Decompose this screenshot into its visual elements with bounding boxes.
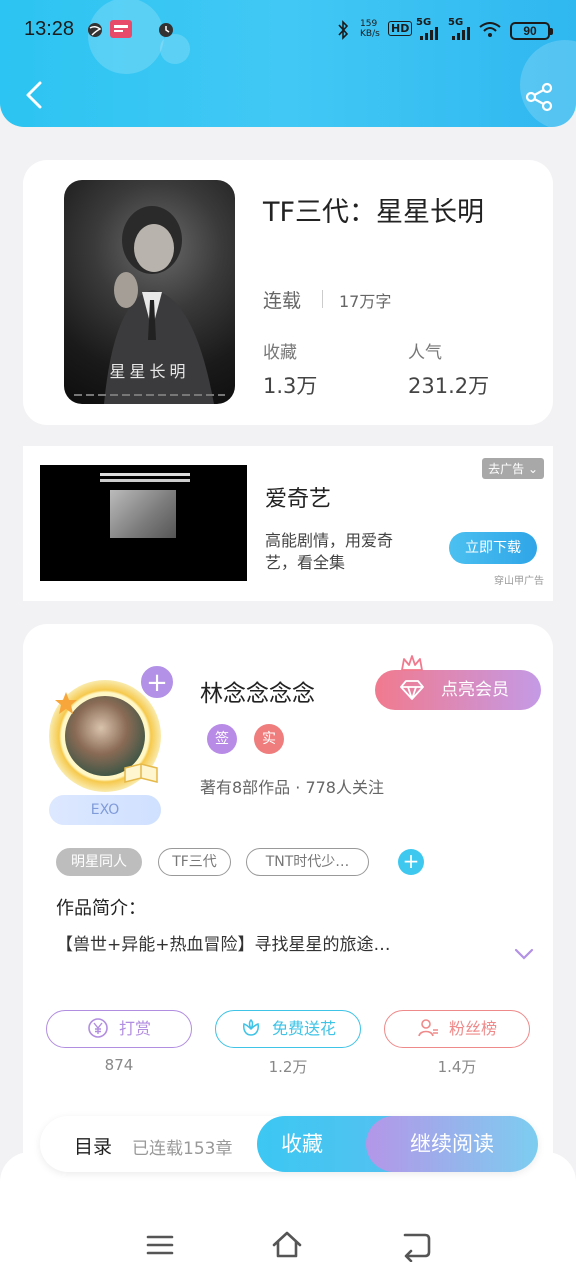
author-card: + EXO 林念念念念 点亮会员 签 实 著有8部作品 · 778人关注 明星同… <box>23 624 553 1184</box>
expand-chevron-icon[interactable] <box>513 946 535 962</box>
cover-title: 星星长明 <box>109 362 190 381</box>
globe-icon <box>88 23 102 37</box>
tip-count: 874 <box>104 1056 134 1074</box>
clock-icon <box>159 23 173 37</box>
top-header: 13:28 159 KB/s HD 5G 5G 90 <box>0 0 576 127</box>
favorites-value: 1.3万 <box>263 374 318 398</box>
book-info-card: 星星长明 TF三代：星星长明 连载 17万字 收藏 1.3万 人气 231.2万 <box>23 160 553 425</box>
vip-label: 点亮会员 <box>441 680 509 700</box>
divider <box>322 290 323 308</box>
chevron-down-icon: ⌄ <box>527 462 538 476</box>
ad-video-scene <box>110 490 176 538</box>
intro-title: 作品简介： <box>56 898 146 919</box>
bluetooth-icon <box>338 20 349 40</box>
send-flower-label: 免费送花 <box>271 1019 336 1038</box>
app-notification-icon <box>110 20 132 38</box>
send-flower-button[interactable]: 免费送花 <box>215 1010 361 1048</box>
popularity-value: 231.2万 <box>408 374 490 398</box>
back-nav-button[interactable] <box>399 1228 433 1262</box>
book-status: 连载 <box>263 290 302 312</box>
follow-author-button[interactable]: + <box>139 664 175 700</box>
ad-banner[interactable]: 爱奇艺 高能剧情，用爱奇艺，看全集 去广告 ⌄ 立即下载 穿山甲广告 <box>23 446 553 601</box>
cover-fineprint <box>74 394 225 396</box>
crown-icon <box>401 655 423 671</box>
chapter-count: 已连载153章 <box>132 1139 233 1159</box>
vip-button[interactable]: 点亮会员 <box>375 655 541 710</box>
status-time: 13:28 <box>24 18 75 40</box>
signal-bars-icon <box>452 27 470 40</box>
flower-icon <box>243 1018 259 1036</box>
wifi-icon <box>479 22 501 37</box>
tag-chip[interactable]: TF三代 <box>158 848 231 876</box>
verified-badge: 实 <box>254 724 284 754</box>
book-word-count: 17万字 <box>339 292 392 311</box>
menu-nav-button[interactable] <box>143 1228 177 1262</box>
status-bar: 13:28 159 KB/s HD 5G 5G 90 <box>0 0 576 62</box>
back-button[interactable] <box>18 78 52 112</box>
ad-brand: 爱奇艺 <box>265 487 332 512</box>
tip-label: 打赏 <box>118 1019 151 1038</box>
fan-ranking-count: 1.4万 <box>437 1058 477 1076</box>
tag-chip[interactable]: 明星同人 <box>56 848 142 876</box>
add-tag-button[interactable]: + <box>398 849 424 875</box>
signal-bars-icon <box>420 27 438 40</box>
continue-reading-button[interactable]: 继续阅读 <box>366 1116 538 1172</box>
star-decoration-icon <box>55 692 77 714</box>
home-nav-button[interactable] <box>270 1228 304 1262</box>
ad-description: 高能剧情，用爱奇艺，看全集 <box>265 531 394 572</box>
author-name[interactable]: 林念念念念 <box>200 674 315 708</box>
intro-text: 【兽世+异能+热血冒险】寻找星星的旅途… <box>56 935 391 955</box>
flower-count: 1.2万 <box>268 1058 308 1076</box>
yen-coin-icon <box>88 1018 108 1038</box>
table-of-contents-button[interactable]: 目录 <box>74 1132 112 1159</box>
user-rank-icon <box>418 1019 438 1037</box>
book-decoration-icon <box>124 763 158 783</box>
ad-video-caption <box>100 473 190 476</box>
hd-badge: HD <box>388 21 413 36</box>
signed-badge: 签 <box>207 724 237 754</box>
tip-button[interactable]: 打赏 <box>46 1010 192 1048</box>
battery-indicator: 90 <box>510 22 553 40</box>
bottom-action-bar: 目录 已连载153章 收藏 继续阅读 <box>40 1116 538 1172</box>
author-avatar[interactable]: + EXO <box>35 660 185 830</box>
ad-source: 穿山甲广告 <box>494 576 544 587</box>
favorites-label: 收藏 <box>263 343 297 363</box>
remove-ad-button[interactable]: 去广告 ⌄ <box>482 458 544 479</box>
network-speed: 159 KB/s <box>360 19 380 39</box>
ad-video-thumbnail[interactable] <box>40 465 247 581</box>
ad-download-button[interactable]: 立即下载 <box>449 532 537 564</box>
remove-ad-label: 去广告 <box>488 462 525 476</box>
fan-group-tag[interactable]: EXO <box>49 795 161 825</box>
share-button[interactable] <box>522 80 556 114</box>
book-cover[interactable]: 星星长明 <box>64 180 235 404</box>
author-stats: 著有8部作品 · 778人关注 <box>200 778 384 797</box>
book-title: TF三代：星星长明 <box>263 197 485 228</box>
fan-ranking-button[interactable]: 粉丝榜 <box>384 1010 530 1048</box>
tag-chip[interactable]: TNT时代少… <box>246 848 369 876</box>
fan-ranking-label: 粉丝榜 <box>448 1019 497 1038</box>
popularity-label: 人气 <box>408 343 442 363</box>
diamond-icon <box>400 680 424 700</box>
